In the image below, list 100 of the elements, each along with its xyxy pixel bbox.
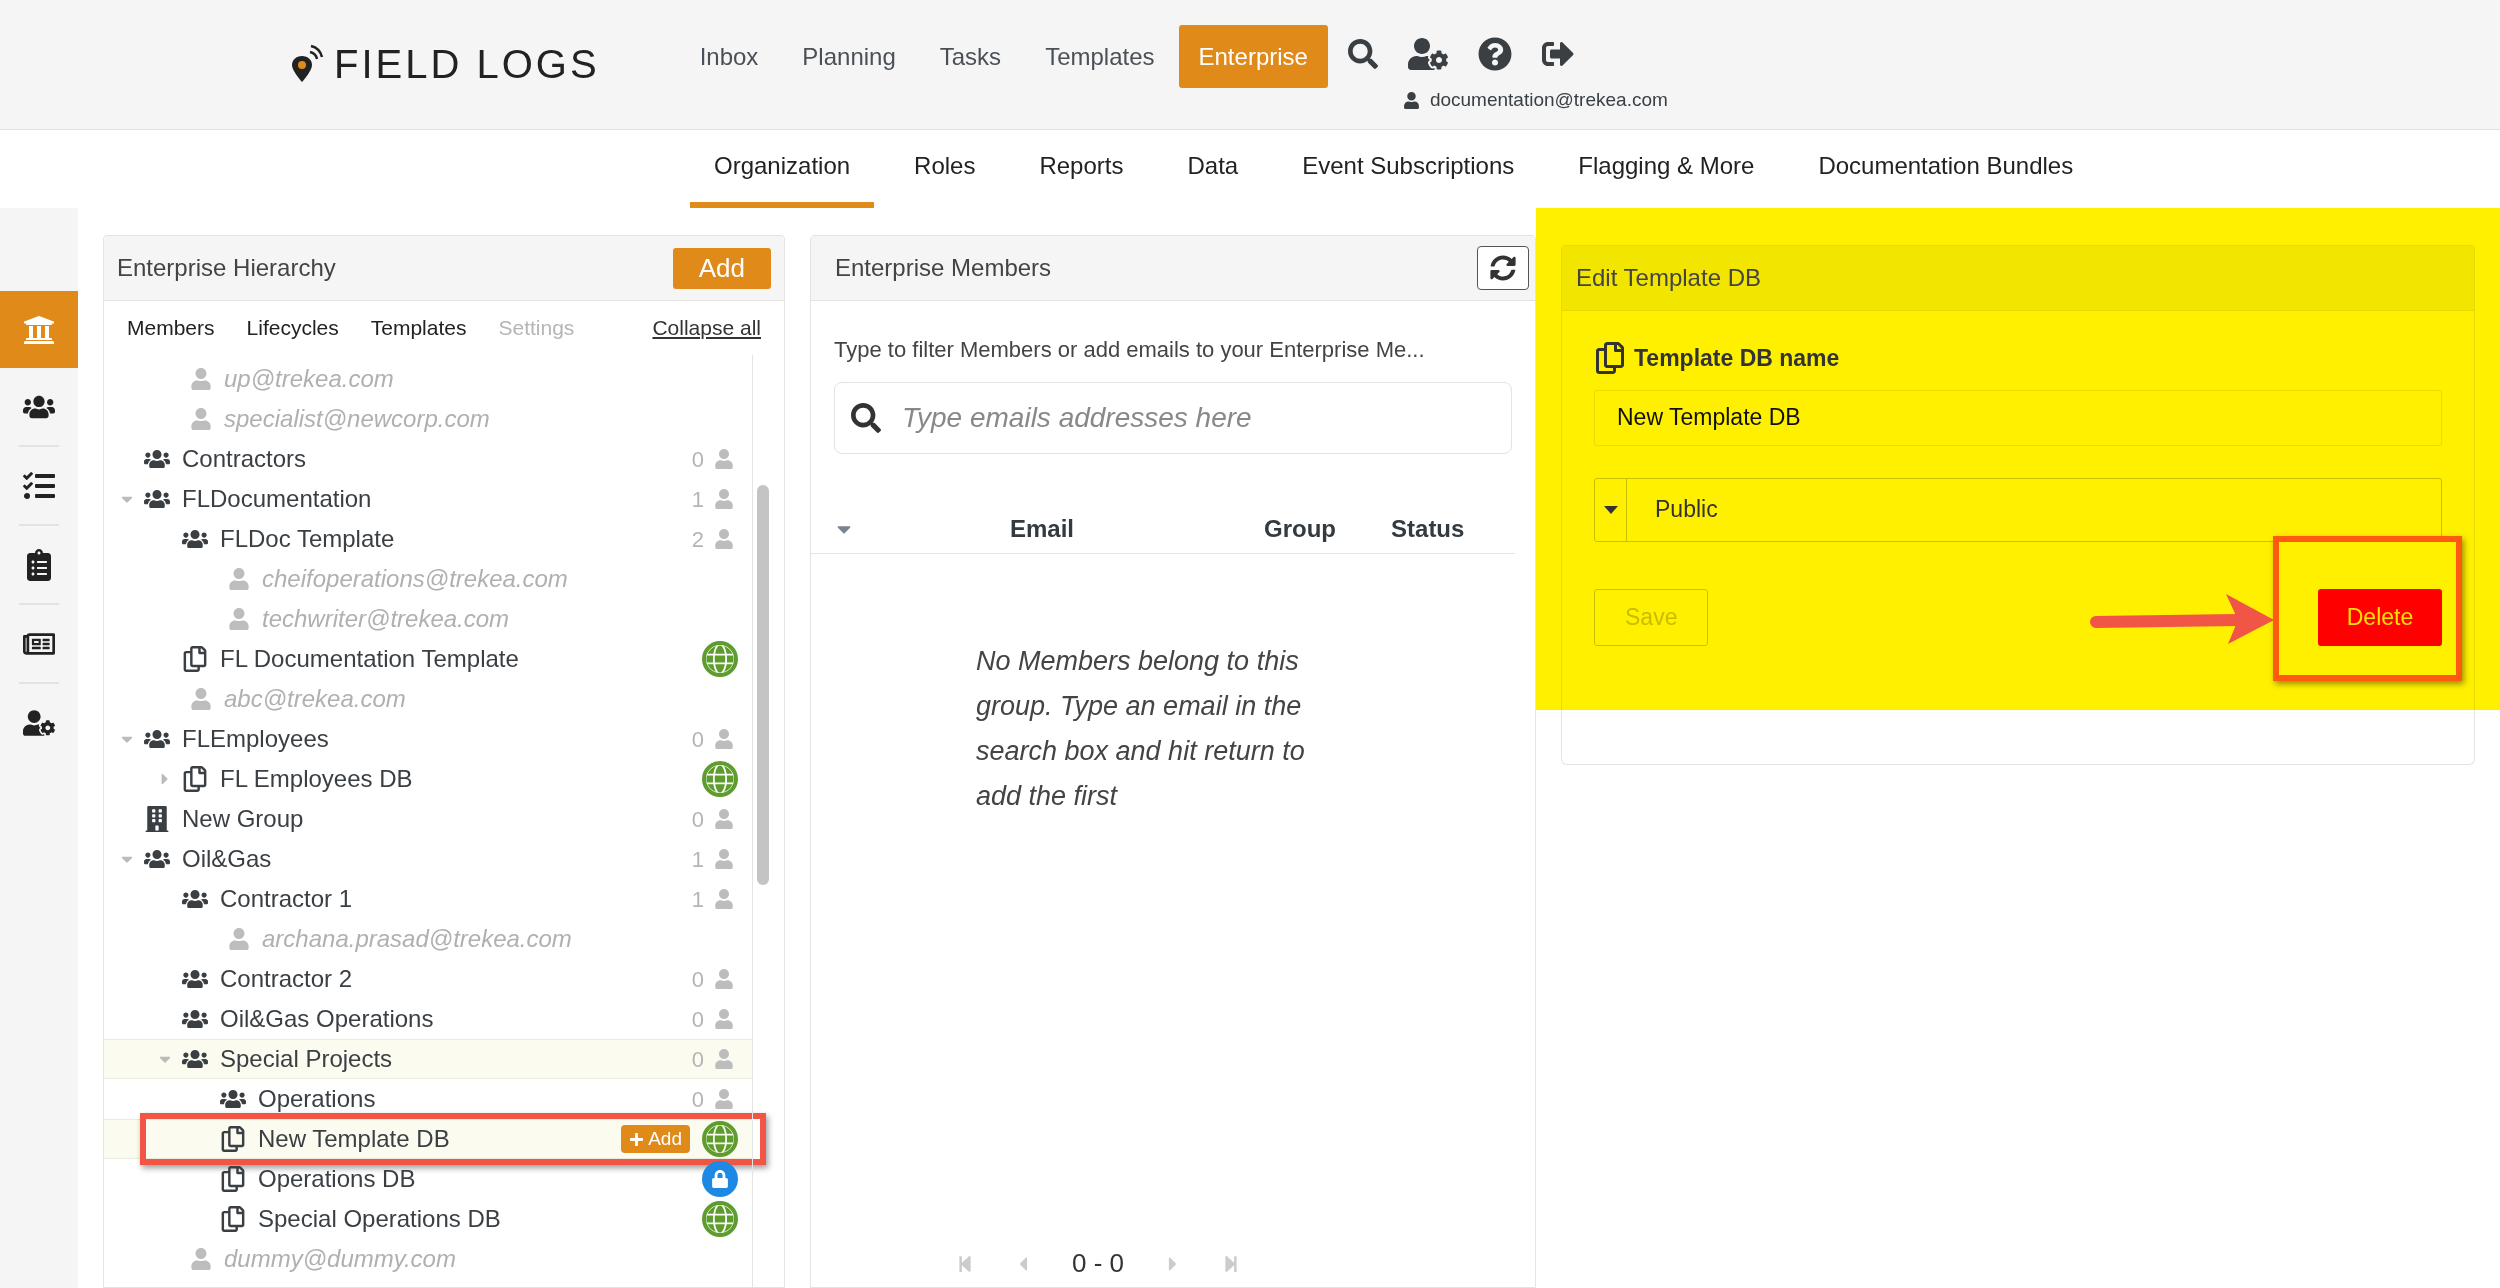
tree-label: FLDoc Template bbox=[220, 524, 395, 554]
panel-tab[interactable]: Members bbox=[127, 312, 215, 344]
tree-label: Special Operations DB bbox=[258, 1204, 501, 1234]
member-count: 0 bbox=[691, 1085, 704, 1114]
section-tab[interactable]: Reports bbox=[1015, 130, 1148, 208]
tree-row[interactable]: FLEmployees 0 bbox=[104, 719, 752, 759]
copy-icon bbox=[1594, 342, 1626, 375]
nav-tab[interactable]: Templates bbox=[1025, 25, 1175, 88]
nav-tab[interactable]: Planning bbox=[782, 25, 916, 88]
person-icon bbox=[228, 608, 250, 630]
tree-label: FL Employees DB bbox=[220, 764, 413, 794]
filter-hint: Type to filter Members or add emails to your Enterprise Me... bbox=[834, 336, 1426, 364]
section-tab[interactable]: Roles bbox=[890, 130, 1000, 208]
tree-label: Oil&Gas Operations bbox=[220, 1004, 434, 1034]
tree-label: New Template DB bbox=[258, 1124, 450, 1154]
member-email: specialist@newcorp.com bbox=[224, 404, 490, 434]
copy-icon bbox=[220, 1126, 246, 1152]
member-email: archana.prasad@trekea.com bbox=[262, 924, 572, 954]
person-icon bbox=[190, 1248, 212, 1270]
tree-row[interactable]: FLDocumentation 1 bbox=[104, 479, 752, 519]
section-tab[interactable]: Flagging & More bbox=[1554, 130, 1779, 208]
tree-row[interactable]: Operations 0 bbox=[104, 1079, 752, 1119]
tree-row[interactable]: New Template DB Add bbox=[104, 1119, 752, 1159]
tree-row[interactable]: Oil&Gas 1 bbox=[104, 839, 752, 879]
logo-pin-icon bbox=[290, 44, 324, 84]
person-icon bbox=[714, 489, 734, 509]
tree-label: Contractor 2 bbox=[220, 964, 353, 994]
help-icon[interactable] bbox=[1477, 37, 1512, 71]
person-icon bbox=[714, 449, 734, 469]
visibility-select[interactable]: Public bbox=[1594, 477, 2442, 542]
column-header[interactable]: Group bbox=[1264, 510, 1337, 547]
section-tab[interactable]: Data bbox=[1163, 130, 1263, 208]
member-count: 0 bbox=[691, 725, 704, 754]
copy-icon bbox=[182, 766, 208, 792]
panel-tab[interactable]: Templates bbox=[370, 312, 467, 344]
plus-icon bbox=[629, 1131, 645, 1147]
tree-row[interactable]: Operations DB bbox=[104, 1159, 752, 1199]
person-icon bbox=[714, 889, 734, 909]
section-tab[interactable]: Documentation Bundles bbox=[1794, 130, 2098, 208]
member-email: dummy@dummy.com bbox=[224, 1244, 456, 1274]
search-icon bbox=[851, 403, 881, 433]
person-icon bbox=[1402, 91, 1420, 109]
tree-label: FL Documentation Template bbox=[220, 644, 519, 674]
tree-row[interactable]: FLDoc Template 2 bbox=[104, 519, 752, 559]
panel-title: Enterprise Members bbox=[835, 253, 1052, 283]
tree-label: New Group bbox=[182, 804, 304, 834]
copy-icon bbox=[220, 1206, 246, 1232]
section-tab[interactable]: Event Subscriptions bbox=[1278, 130, 1539, 208]
nav-tab[interactable]: Tasks bbox=[919, 25, 1022, 88]
copy-icon bbox=[220, 1166, 246, 1192]
panel-tab[interactable]: Lifecycles bbox=[246, 312, 339, 344]
tree-row[interactable]: New Group 0 bbox=[104, 799, 752, 839]
column-header[interactable]: Status bbox=[1391, 510, 1465, 547]
checklist-icon bbox=[23, 469, 55, 502]
empty-message: No Members belong to this group. Type an email in the search box and hit return to add the first bbox=[976, 645, 1306, 813]
column-header[interactable]: Email bbox=[1010, 510, 1075, 547]
member-count: 1 bbox=[691, 885, 704, 914]
page-range: 0 - 0 bbox=[1072, 1247, 1124, 1280]
tree-label: Operations bbox=[258, 1084, 376, 1114]
search-field[interactable]: Type emails addresses here bbox=[834, 382, 1512, 454]
panel-title: Edit Template DB bbox=[1576, 263, 1761, 293]
member-count: 1 bbox=[691, 485, 704, 514]
copy-icon bbox=[182, 646, 208, 672]
tree-row[interactable]: Contractor 2 0 bbox=[104, 959, 752, 999]
person-icon bbox=[190, 368, 212, 390]
building-icon bbox=[144, 806, 170, 832]
member-count: 0 bbox=[691, 965, 704, 994]
person-icon bbox=[714, 1049, 734, 1069]
tree-row[interactable]: Contractor 1 1 bbox=[104, 879, 752, 919]
name-field[interactable]: New Template DB bbox=[1594, 389, 2442, 446]
scrollbar-thumb[interactable] bbox=[757, 485, 769, 885]
tree-row[interactable]: FL Documentation Template bbox=[104, 639, 752, 679]
tree-row[interactable]: FL Employees DB bbox=[104, 759, 752, 799]
tree-row[interactable]: Contractors 0 bbox=[104, 439, 752, 479]
section-tab[interactable]: Organization bbox=[690, 130, 875, 208]
collapse-all-link[interactable]: Collapse all bbox=[652, 312, 761, 344]
person-icon bbox=[228, 928, 250, 950]
search-icon[interactable] bbox=[1347, 39, 1378, 69]
tree-label: Oil&Gas bbox=[182, 844, 272, 874]
nav-tab[interactable]: Inbox bbox=[679, 25, 779, 88]
user-email: documentation@trekea.com bbox=[1429, 88, 1668, 112]
tree-label: Contractors bbox=[182, 444, 307, 474]
person-icon bbox=[714, 809, 734, 829]
person-icon bbox=[228, 568, 250, 590]
tree-label: Special Projects bbox=[220, 1044, 393, 1074]
caret-down-icon bbox=[1603, 505, 1618, 514]
tree-row[interactable]: Special Operations DB bbox=[104, 1199, 752, 1239]
refresh-button[interactable] bbox=[1477, 246, 1529, 290]
member-count: 2 bbox=[691, 525, 704, 554]
person-icon bbox=[714, 1089, 734, 1109]
member-count: 0 bbox=[691, 1005, 704, 1034]
tree-row[interactable]: Special Projects 0 bbox=[104, 1039, 752, 1079]
logo-text: FIELD LOGS bbox=[334, 41, 600, 88]
tree-row[interactable]: Oil&Gas Operations 0 bbox=[104, 999, 752, 1039]
member-count: 0 bbox=[691, 1045, 704, 1074]
person-icon bbox=[714, 849, 734, 869]
member-email: techwriter@trekea.com bbox=[262, 604, 510, 634]
tree-label: Operations DB bbox=[258, 1164, 416, 1194]
member-email: abc@trekea.com bbox=[224, 684, 406, 714]
person-icon bbox=[714, 969, 734, 989]
